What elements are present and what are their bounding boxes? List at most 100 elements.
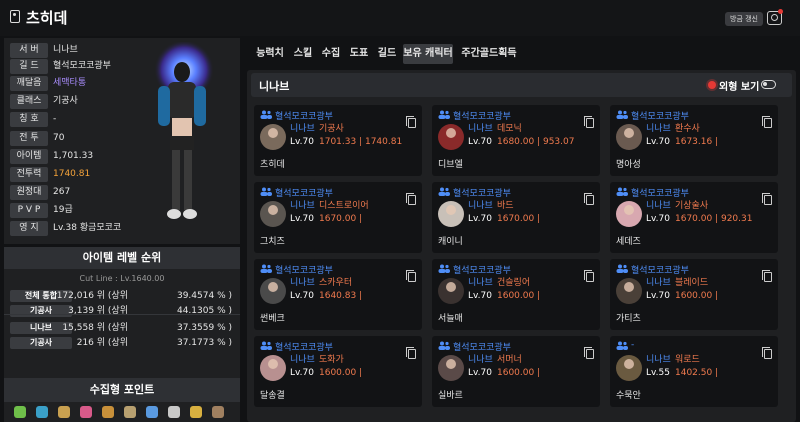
character-card[interactable]: 혈석모코코광부 니나브 스카우터 Lv.70 1640.83 | 썬베크 (254, 259, 422, 330)
panel-header: 니나브 외형 보기 (251, 73, 792, 97)
stat-label: 아이템 (10, 149, 48, 164)
stat-label: 전 투 (10, 131, 48, 146)
bookmark-icon[interactable] (10, 10, 20, 23)
leaf-icon[interactable] (146, 406, 158, 418)
avatar (438, 124, 464, 150)
copy-icon[interactable] (762, 193, 772, 205)
card-item-level: 1600.00 | (497, 368, 541, 378)
tab-1[interactable]: 스킬 (291, 44, 315, 64)
tab-bar: 능력치 스킬 수집 도표 길드 보유 캐릭터 주간골드획득 (253, 44, 523, 64)
card-server: 니나브 (290, 355, 315, 365)
rank-count: 15,558 위 (상위 (62, 323, 128, 333)
rank-percent: 39.4574 % ) (176, 291, 232, 301)
copy-icon[interactable] (762, 116, 772, 128)
character-card[interactable]: - 니나브 워로드 Lv.55 1402.50 | 수묵안 (610, 336, 778, 407)
card-server: 니나브 (468, 201, 493, 211)
stat-label: 칭 호 (10, 112, 48, 127)
guild-members-icon (438, 187, 450, 196)
stat-label: P V P (10, 203, 48, 218)
card-item-level: 1670.00 | (497, 214, 541, 224)
painting-icon[interactable] (102, 406, 114, 418)
instrument-icon[interactable] (124, 406, 136, 418)
compass-icon[interactable] (168, 406, 180, 418)
card-class: 워로드 (675, 355, 700, 365)
seed-icon[interactable] (14, 406, 26, 418)
copy-icon[interactable] (584, 270, 594, 282)
avatar (438, 201, 464, 227)
card-level: Lv.70 (646, 137, 670, 147)
copy-icon[interactable] (762, 347, 772, 359)
rank-row: 전체 통합 172,016 위 (상위 39.4574 % ) (10, 290, 236, 303)
notification-dot (778, 9, 783, 14)
copy-icon[interactable] (406, 270, 416, 282)
avatar (616, 355, 642, 381)
tab-5[interactable]: 보유 캐릭터 (403, 44, 453, 64)
card-character-name: 명아성 (616, 160, 641, 170)
tab-0[interactable]: 능력치 (253, 44, 287, 64)
character-card[interactable]: 혈석모코코광부 니나브 바드 Lv.70 1670.00 | 캐이니 (432, 182, 600, 253)
guild-members-icon (260, 110, 272, 119)
card-level: Lv.70 (646, 291, 670, 301)
card-class: 서머너 (497, 355, 522, 365)
tab-3[interactable]: 도표 (347, 44, 371, 64)
tab-4[interactable]: 길드 (375, 44, 399, 64)
card-character-name: 수묵안 (616, 391, 641, 401)
copy-icon[interactable] (762, 270, 772, 282)
tab-6[interactable]: 주간골드획득 (457, 44, 521, 64)
scroll-icon[interactable] (212, 406, 224, 418)
card-guild: - (631, 340, 635, 350)
card-level: Lv.55 (646, 368, 670, 378)
guild-members-icon (260, 264, 272, 273)
card-class: 환수사 (675, 124, 700, 134)
copy-icon[interactable] (406, 347, 416, 359)
card-level: Lv.70 (468, 137, 492, 147)
rank-percent: 37.3559 % ) (176, 323, 232, 333)
character-card[interactable]: 혈석모코코광부 니나브 서머너 Lv.70 1600.00 | 실바르 (432, 336, 600, 407)
stat-label: 깨달음 (10, 76, 48, 91)
rank-label: 기공사 (10, 305, 72, 317)
copy-icon[interactable] (584, 116, 594, 128)
character-card[interactable]: 혈석모코코광부 니나브 블레이드 Lv.70 1600.00 | 가티츠 (610, 259, 778, 330)
card-character-name: 썬베크 (260, 314, 285, 324)
stat-label: 원정대 (10, 185, 48, 200)
card-level: Lv.70 (468, 214, 492, 224)
cutline-text: Cut Line : Lv.1640.00 (79, 274, 165, 283)
stat-value: 세맥타통 (53, 78, 87, 88)
copy-icon[interactable] (584, 347, 594, 359)
character-card[interactable]: 혈석모코코광부 니나브 환수사 Lv.70 1673.16 | 명아성 (610, 105, 778, 176)
character-card[interactable]: 혈석모코코광부 니나브 건슬링어 Lv.70 1600.00 | 서늘매 (432, 259, 600, 330)
toggle-icon[interactable] (761, 80, 776, 89)
card-class: 데모닉 (497, 124, 522, 134)
owned-characters-panel: 니나브 외형 보기 혈석모코코광부 니나브 기공사 Lv.70 1701.33 | 17… (247, 70, 796, 422)
stat-label: 전투력 (10, 167, 48, 182)
character-card[interactable]: 혈석모코코광부 니나브 데모닉 Lv.70 1680.00 | 953.07 디브엘 (432, 105, 600, 176)
card-character-name: 그치즈 (260, 237, 285, 247)
card-level: Lv.70 (290, 214, 314, 224)
copy-icon[interactable] (406, 193, 416, 205)
card-server: 니나브 (290, 278, 315, 288)
card-class: 건슬링어 (497, 278, 531, 288)
copy-icon[interactable] (406, 116, 416, 128)
outfit-view-label[interactable]: 외형 보기 (719, 78, 759, 93)
card-level: Lv.70 (646, 214, 670, 224)
avatar (260, 278, 286, 304)
card-class: 블레이드 (675, 278, 709, 288)
character-card[interactable]: 혈석모코코광부 니나브 기공사 Lv.70 1701.33 | 1740.81 츠히데 (254, 105, 422, 176)
copy-icon[interactable] (584, 193, 594, 205)
tab-2[interactable]: 수집 (319, 44, 343, 64)
card-item-level: 1640.83 | (319, 291, 363, 301)
card-item-level: 1402.50 | (675, 368, 719, 378)
map-icon[interactable] (58, 406, 70, 418)
card-server: 니나브 (646, 278, 671, 288)
island-icon[interactable] (36, 406, 48, 418)
stat-label: 길 드 (10, 59, 48, 74)
refresh-button[interactable]: 방금 갱신 (725, 12, 763, 26)
server-title: 니나브 (259, 80, 290, 93)
character-card[interactable]: 혈석모코코광부 니나브 도화가 Lv.70 1600.00 | 달송결 (254, 336, 422, 407)
character-name: 츠히데 (26, 9, 68, 27)
card-level: Lv.70 (468, 368, 492, 378)
heart-icon[interactable] (80, 406, 92, 418)
character-card[interactable]: 혈석모코코광부 니나브 디스트로이어 Lv.70 1670.00 | 그치즈 (254, 182, 422, 253)
character-card[interactable]: 혈석모코코광부 니나브 기상술사 Lv.70 1670.00 | 920.31 세데즈 (610, 182, 778, 253)
medal-icon[interactable] (190, 406, 202, 418)
